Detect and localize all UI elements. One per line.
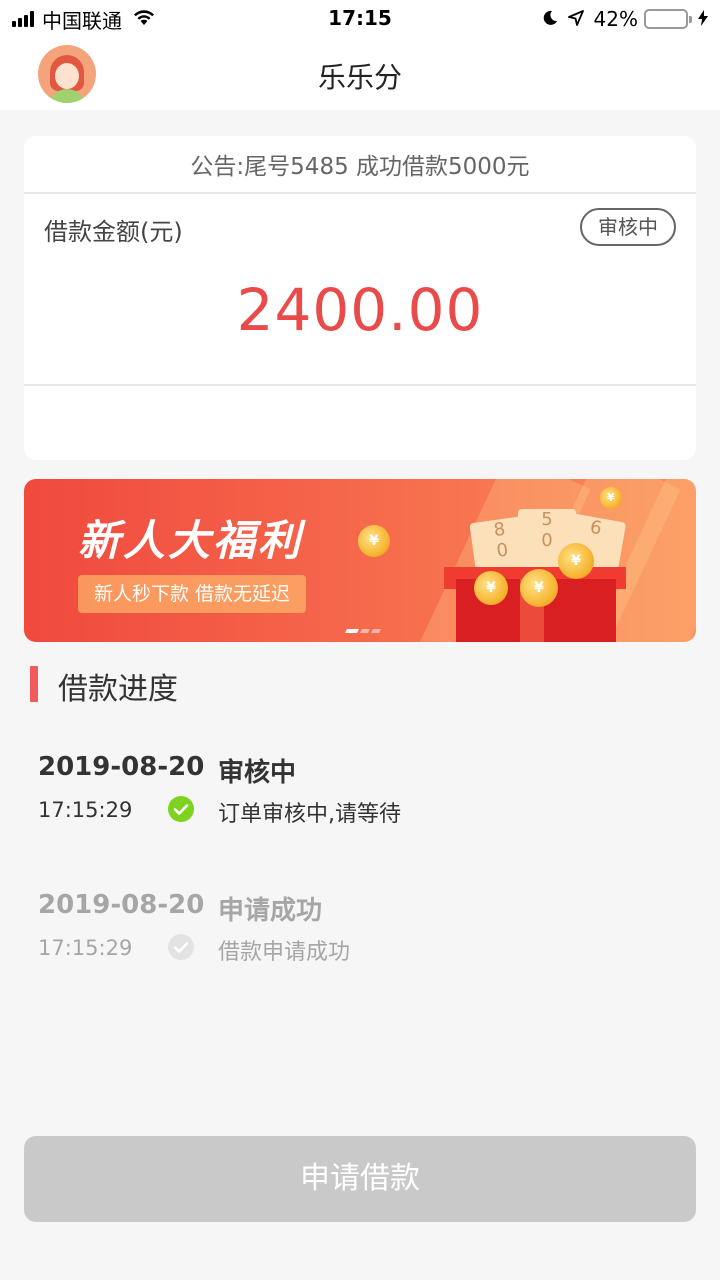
location-arrow-icon (567, 7, 584, 31)
status-badge: 审核中 (580, 208, 676, 246)
notice-text: 公告:尾号5485 成功借款5000元 (24, 136, 696, 194)
charging-icon (698, 7, 708, 31)
coin-icon: ¥ (358, 525, 390, 557)
amount-label: 借款金额(元) (44, 218, 183, 246)
coin-icon: ¥ (558, 543, 594, 579)
status-bar: 中国联通 17:15 42% (0, 0, 720, 40)
apply-loan-button[interactable]: 申请借款 (24, 1136, 696, 1222)
step-time: 17:15:29 (38, 936, 133, 960)
banner-title: 新人大福利 (78, 516, 304, 565)
card-divider (24, 384, 696, 386)
section-title: 借款进度 (58, 672, 178, 707)
section-accent-bar (30, 666, 38, 702)
battery-icon (644, 9, 692, 29)
step-status: 审核中 (218, 758, 297, 788)
carousel-dot[interactable] (371, 629, 381, 633)
nav-bar: 乐乐分 (0, 40, 720, 110)
loan-amount: 2400.00 (236, 276, 484, 344)
loan-card: 公告:尾号5485 成功借款5000元 借款金额(元) 审核中 2400.00 (24, 136, 696, 460)
check-circle-icon (168, 934, 194, 960)
banner-subtitle: 新人秒下款 借款无延迟 (78, 575, 307, 613)
step-description: 订单审核中,请等待 (218, 802, 401, 827)
carousel-dot[interactable] (360, 629, 370, 633)
step-date: 2019-08-20 (38, 752, 205, 782)
check-circle-icon (168, 796, 194, 822)
moon-icon (542, 7, 558, 31)
step-status: 申请成功 (218, 896, 323, 926)
battery-percent: 42% (593, 7, 638, 31)
progress-step: 2019-08-20 审核中 17:15:29 订单审核中,请等待 (38, 752, 678, 832)
coin-icon: ¥ (520, 569, 558, 607)
status-bar-right: 42% (542, 6, 708, 32)
step-date: 2019-08-20 (38, 890, 205, 920)
coin-icon: ¥ (600, 487, 622, 509)
page-title: 乐乐分 (317, 61, 402, 94)
carousel-dot[interactable] (345, 629, 359, 633)
coin-icon: ¥ (474, 571, 508, 605)
carousel-indicator[interactable] (345, 629, 383, 633)
step-time: 17:15:29 (38, 798, 133, 822)
progress-step: 2019-08-20 申请成功 17:15:29 借款申请成功 (38, 890, 678, 970)
step-description: 借款申请成功 (218, 940, 351, 965)
promo-banner[interactable]: 新人大福利 新人秒下款 借款无延迟 ¥ ¥ 80 50 6 ¥ ¥ ¥ (24, 479, 696, 642)
